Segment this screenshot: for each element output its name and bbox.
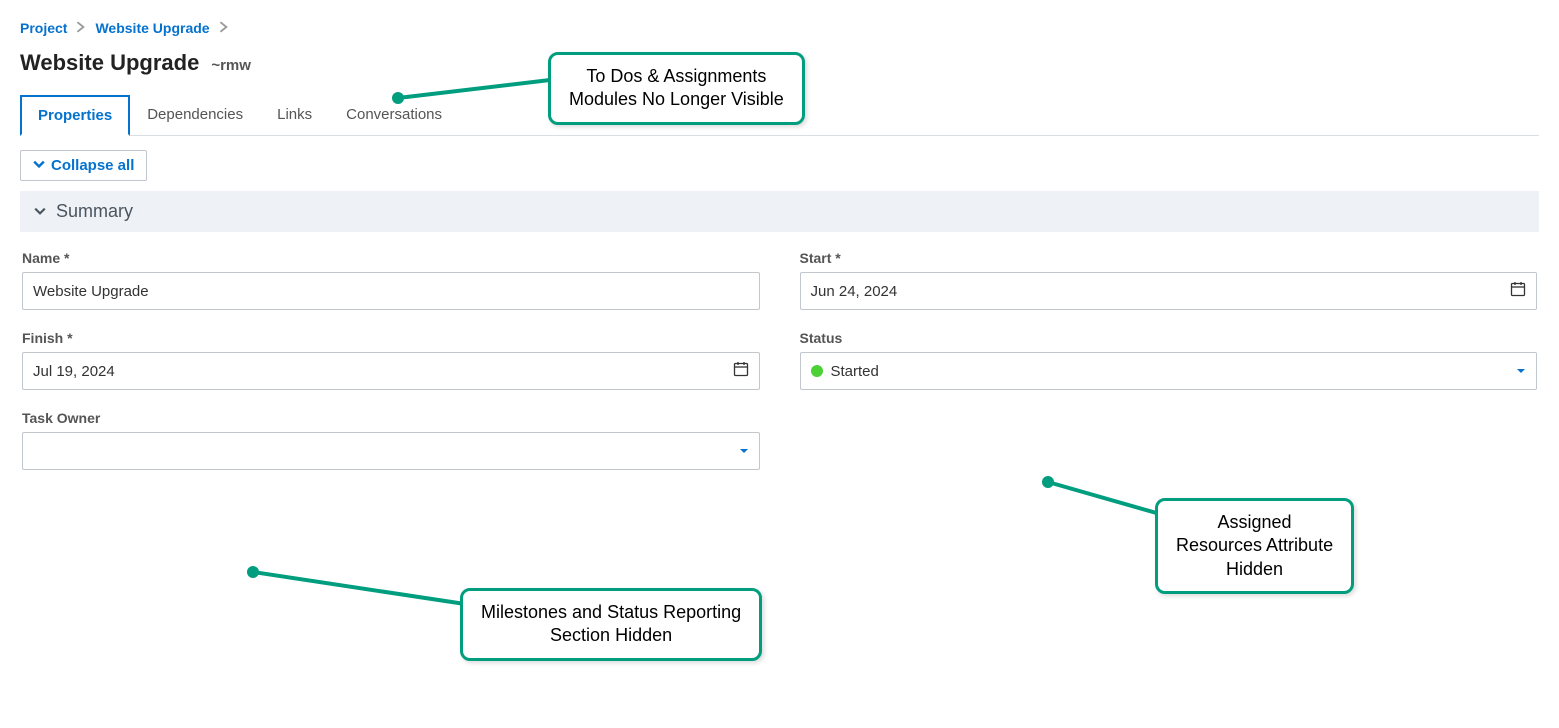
collapse-all-label: Collapse all: [51, 157, 134, 174]
start-value: Jun 24, 2024: [811, 283, 898, 300]
caret-down-icon: [1516, 363, 1526, 380]
callout-milestones: Milestones and Status Reporting Section …: [460, 588, 762, 661]
status-select[interactable]: Started: [800, 352, 1538, 390]
field-task-owner: Task Owner: [22, 410, 760, 470]
toolbar: Collapse all: [20, 150, 1539, 181]
section-summary-title: Summary: [56, 201, 133, 222]
status-value: Started: [831, 363, 879, 380]
task-owner-label: Task Owner: [22, 410, 760, 426]
name-value: Website Upgrade: [33, 283, 149, 300]
breadcrumb: Project Website Upgrade: [20, 20, 1539, 36]
callout-line: Modules No Longer Visible: [569, 88, 784, 111]
tab-properties[interactable]: Properties: [20, 95, 130, 136]
breadcrumb-website-upgrade[interactable]: Website Upgrade: [95, 20, 209, 36]
chevron-right-icon: [218, 21, 230, 36]
finish-label: Finish *: [22, 330, 760, 346]
callout-connector: [1040, 472, 1170, 522]
section-summary-header[interactable]: Summary: [20, 191, 1539, 232]
callout-line: Hidden: [1176, 558, 1333, 581]
field-status: Status Started: [800, 330, 1538, 390]
calendar-icon[interactable]: [733, 361, 749, 381]
field-start: Start * Jun 24, 2024: [800, 250, 1538, 310]
collapse-all-button[interactable]: Collapse all: [20, 150, 147, 181]
name-input[interactable]: Website Upgrade: [22, 272, 760, 310]
callout-todos: To Dos & Assignments Modules No Longer V…: [548, 52, 805, 125]
chevron-down-icon: [34, 201, 46, 222]
callout-connector: [245, 562, 475, 612]
name-label: Name *: [22, 250, 760, 266]
field-name: Name * Website Upgrade: [22, 250, 760, 310]
status-dot-icon: [811, 365, 823, 377]
page-title: Website Upgrade: [20, 50, 199, 76]
chevron-right-icon: [75, 21, 87, 36]
callout-line: To Dos & Assignments: [569, 65, 784, 88]
status-label: Status: [800, 330, 1538, 346]
finish-value: Jul 19, 2024: [33, 363, 115, 380]
calendar-icon[interactable]: [1510, 281, 1526, 301]
task-owner-select[interactable]: [22, 432, 760, 470]
tab-dependencies[interactable]: Dependencies: [130, 95, 260, 136]
callout-line: Resources Attribute: [1176, 534, 1333, 557]
chevron-down-icon: [33, 157, 45, 174]
caret-down-icon: [739, 443, 749, 460]
tab-links[interactable]: Links: [260, 95, 329, 136]
callout-line: Assigned: [1176, 511, 1333, 534]
breadcrumb-project[interactable]: Project: [20, 20, 67, 36]
callout-assigned-resources: Assigned Resources Attribute Hidden: [1155, 498, 1354, 594]
callout-line: Milestones and Status Reporting: [481, 601, 741, 624]
page-subtitle: ~rmw: [211, 57, 251, 74]
field-finish: Finish * Jul 19, 2024: [22, 330, 760, 390]
start-input[interactable]: Jun 24, 2024: [800, 272, 1538, 310]
summary-form: Name * Website Upgrade Start * Jun 24, 2…: [20, 250, 1539, 470]
tab-conversations[interactable]: Conversations: [329, 95, 459, 136]
finish-input[interactable]: Jul 19, 2024: [22, 352, 760, 390]
start-label: Start *: [800, 250, 1538, 266]
callout-line: Section Hidden: [481, 624, 741, 647]
